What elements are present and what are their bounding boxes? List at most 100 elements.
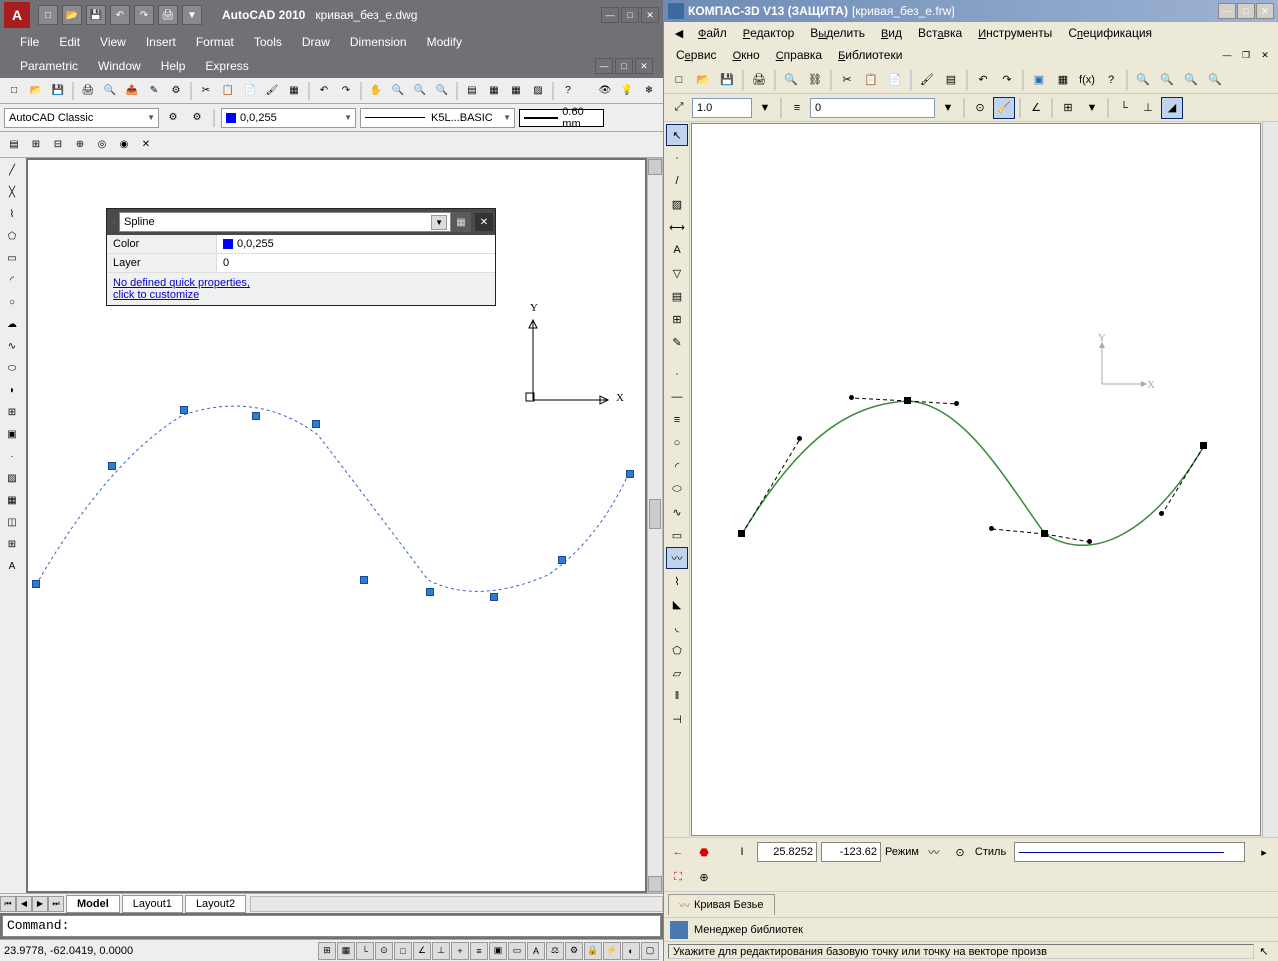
spline-icon[interactable]: ∿	[2, 336, 22, 356]
doc-close-button[interactable]: ✕	[1256, 47, 1274, 63]
ducs-icon[interactable]: ⊥	[432, 942, 450, 960]
qprops-value-color[interactable]: 0,0,255	[217, 235, 495, 253]
dyn-icon[interactable]: +	[451, 942, 469, 960]
mode1-icon[interactable]: 〰	[923, 841, 945, 863]
menu-insert[interactable]: Insert	[136, 31, 186, 53]
drawing-icon[interactable]: ✎	[144, 81, 164, 101]
hardware-icon[interactable]: ⚡	[603, 942, 621, 960]
hatch-icon[interactable]: ▨	[666, 193, 688, 215]
handle-point[interactable]	[954, 401, 959, 406]
tab-next-icon[interactable]: ▶	[32, 896, 48, 912]
handle-point[interactable]	[797, 436, 802, 441]
visibility-icon[interactable]: 👁	[595, 81, 615, 101]
spline-grip[interactable]	[32, 580, 40, 588]
handle-point[interactable]	[1087, 539, 1092, 544]
bezier-icon[interactable]: 〰	[666, 547, 688, 569]
help-icon[interactable]: ?	[1100, 69, 1122, 91]
xline-icon[interactable]: ╳	[2, 182, 22, 202]
print-icon[interactable]: 🖨	[158, 5, 178, 25]
polar-icon[interactable]: ⊙	[375, 942, 393, 960]
multiline-icon[interactable]: ≡	[666, 409, 688, 431]
zoom-window-icon[interactable]: 🔍	[410, 81, 430, 101]
fx-icon[interactable]: f(x)	[1076, 69, 1098, 91]
make-block-icon[interactable]: ▣	[2, 424, 22, 444]
doc-minimize-button[interactable]: —	[1218, 47, 1236, 63]
library-manager-bar[interactable]: Менеджер библиотек	[664, 917, 1278, 941]
maximize-button[interactable]: □	[1237, 3, 1255, 19]
quick-properties-panel[interactable]: ⋮⋮ Spline ▦ ✕ Color 0,0,255 Layer	[106, 208, 496, 306]
copy-icon[interactable]: 📋	[218, 81, 238, 101]
point-icon[interactable]: ·	[666, 147, 688, 169]
osnap-icon[interactable]: □	[394, 942, 412, 960]
rect-icon[interactable]: ▭	[666, 524, 688, 546]
menu-modify[interactable]: Modify	[417, 31, 472, 53]
save-file-icon[interactable]: 💾	[48, 81, 68, 101]
undo-icon[interactable]: ↶	[972, 69, 994, 91]
point-icon[interactable]: ·	[2, 446, 22, 466]
undo-icon[interactable]: ↶	[314, 81, 334, 101]
curve-point[interactable]	[738, 530, 745, 537]
workspace-icon[interactable]: ⚙	[565, 942, 583, 960]
menu-window[interactable]: Окно	[725, 45, 768, 65]
dropdown-icon[interactable]: ▼	[754, 97, 776, 119]
redo-icon[interactable]: ↷	[336, 81, 356, 101]
lock-icon[interactable]: 🔒	[584, 942, 602, 960]
spline-grip[interactable]	[252, 412, 260, 420]
spline-grip[interactable]	[426, 588, 434, 596]
zoom-all-icon[interactable]: 🔍	[1180, 69, 1202, 91]
chain-icon[interactable]: ⛓	[804, 69, 826, 91]
paste-icon[interactable]: 📄	[240, 81, 260, 101]
arc-icon[interactable]: ◜	[666, 455, 688, 477]
menu-file[interactable]: File	[10, 31, 49, 53]
pan-icon[interactable]: ✋	[366, 81, 386, 101]
hatch-icon[interactable]: ▨	[2, 468, 22, 488]
zoom-window-icon[interactable]: 🔍	[1204, 69, 1226, 91]
rough-icon[interactable]: ▽	[666, 262, 688, 284]
annotation-icon[interactable]: A	[527, 942, 545, 960]
annoscale-icon[interactable]: ⚖	[546, 942, 564, 960]
layer7-icon[interactable]: ✕	[136, 135, 156, 155]
layer5-icon[interactable]: ◎	[92, 135, 112, 155]
undo-icon[interactable]: ↶	[110, 5, 130, 25]
menu-tools[interactable]: Tools	[244, 31, 292, 53]
tab-first-icon[interactable]: ⏮	[0, 896, 16, 912]
curve-point[interactable]	[1041, 530, 1048, 537]
doc-maximize-button[interactable]: □	[615, 58, 633, 74]
zoom-prev-icon[interactable]: 🔍	[432, 81, 452, 101]
scale-input[interactable]	[692, 98, 752, 118]
coord-x-input[interactable]	[757, 842, 817, 862]
line-icon[interactable]: ╱	[2, 160, 22, 180]
angle-icon[interactable]: ∠	[1025, 97, 1047, 119]
tab-layout1[interactable]: Layout1	[122, 895, 183, 913]
menu-help[interactable]: Help	[151, 55, 196, 77]
ellipse-icon[interactable]: ⬭	[666, 478, 688, 500]
extent-icon[interactable]: ⛶	[667, 866, 689, 888]
otrack-icon[interactable]: ∠	[413, 942, 431, 960]
polygon-icon[interactable]: ⬠	[2, 226, 22, 246]
handle-point[interactable]	[989, 526, 994, 531]
chamfer-icon[interactable]: ◣	[666, 593, 688, 615]
handle-point[interactable]	[1159, 511, 1164, 516]
menu-spec[interactable]: Спецификация	[1060, 23, 1160, 43]
layer4-icon[interactable]: ⊕	[70, 135, 90, 155]
break-icon[interactable]: ⊣	[666, 708, 688, 730]
sheet-icon[interactable]: ▤	[462, 81, 482, 101]
menu-draw[interactable]: Draw	[292, 31, 340, 53]
table-icon[interactable]: ⊞	[2, 534, 22, 554]
print-icon[interactable]: 🖨	[78, 81, 98, 101]
linewidth-display[interactable]: 0.60 mm	[519, 109, 604, 127]
polyline-icon[interactable]: ⌇	[2, 204, 22, 224]
style-dropdown[interactable]	[1014, 842, 1245, 862]
close-button[interactable]: ✕	[1256, 3, 1274, 19]
spline-grip[interactable]	[626, 470, 634, 478]
zoom-icon[interactable]: 🔍	[388, 81, 408, 101]
print-icon[interactable]: 🖨	[748, 69, 770, 91]
menu-tools[interactable]: Инструменты	[970, 23, 1060, 43]
properties-icon[interactable]: ▤	[940, 69, 962, 91]
insert-block-icon[interactable]: ⊞	[2, 402, 22, 422]
ellipse-arc-icon[interactable]: ◗	[2, 380, 22, 400]
doc-close-button[interactable]: ✕	[635, 58, 653, 74]
menu-service[interactable]: Сервис	[668, 45, 725, 65]
line2-icon[interactable]: —	[666, 386, 688, 408]
snap-icon[interactable]: ⊞	[318, 942, 336, 960]
